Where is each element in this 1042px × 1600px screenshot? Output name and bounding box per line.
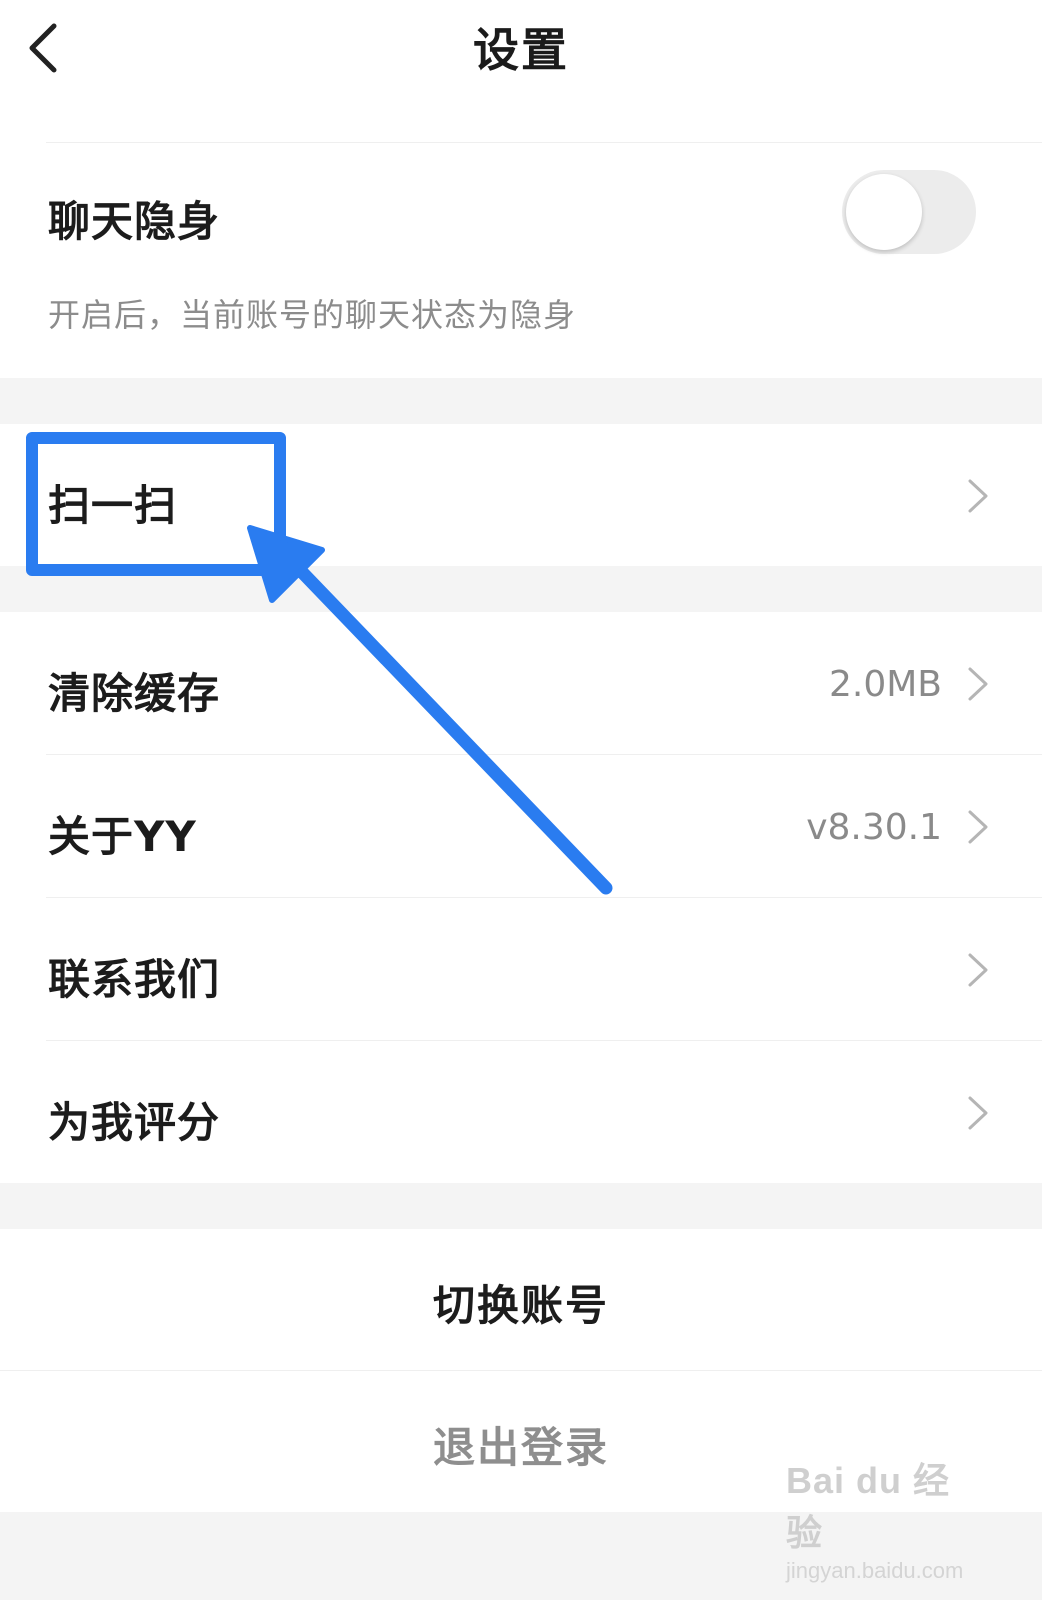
chevron-right-icon [968,810,988,844]
chevron-right-icon [968,667,988,701]
contact-row[interactable]: 联系我们 [0,898,1042,1040]
contact-label: 联系我们 [48,955,221,1004]
cache-size-value: 2.0MB [828,664,942,705]
divider [0,1370,1042,1371]
version-value: v8.30.1 [806,807,942,848]
watermark-url: jingyan.baidu.com [786,1558,964,1583]
switch-account-button[interactable]: 切换账号 [0,1272,1042,1333]
annotation-highlight-box [26,432,286,576]
clear-cache-row[interactable]: 清除缓存 2.0MB [0,612,1042,754]
stealth-hint: 开启后，当前账号的聊天状态为隐身 [48,296,577,334]
about-label: 关于YY [48,812,197,861]
chevron-right-icon [968,1096,988,1130]
section-gap [0,378,1042,424]
stealth-toggle[interactable] [842,170,976,254]
settings-screen: 设置 聊天隐身 开启后，当前账号的聊天状态为隐身 扫一扫 清除缓存 2.0MB … [0,0,1042,1600]
rate-row[interactable]: 为我评分 [0,1041,1042,1183]
clear-cache-label: 清除缓存 [48,669,221,718]
watermark-logo: Bai du 经验 [786,1460,951,1553]
page-title: 设置 [473,23,569,77]
stealth-label: 聊天隐身 [48,197,221,246]
about-row[interactable]: 关于YY v8.30.1 [0,755,1042,897]
baidu-watermark: Bai du 经验 jingyan.baidu.com [786,1452,986,1584]
section-gap [0,1183,1042,1229]
chevron-right-icon [968,953,988,987]
toggle-knob [846,174,922,250]
chevron-right-icon [968,479,988,513]
header-bar: 设置 [0,0,1042,100]
rate-label: 为我评分 [48,1098,221,1147]
